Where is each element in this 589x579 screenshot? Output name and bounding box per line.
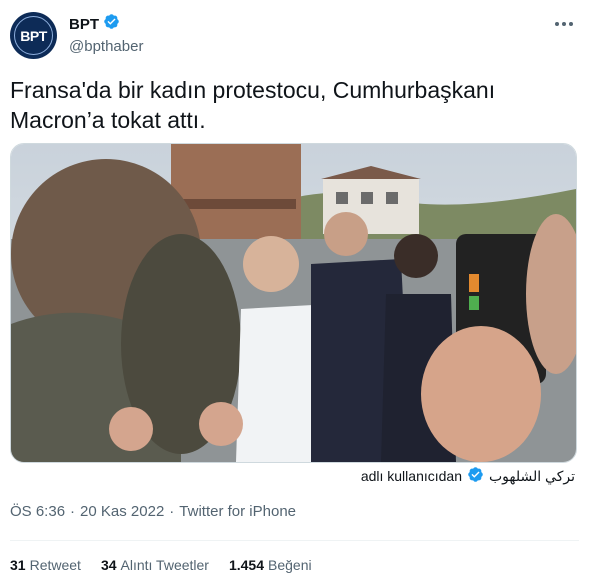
retweet-stat[interactable]: 31 Retweet [10, 557, 81, 573]
divider [10, 540, 579, 541]
tweet-header: BPT BPT @bpthaber [10, 10, 579, 60]
tweet-stats: 31 Retweet 34 Alıntı Tweetler 1.454 Beğe… [10, 557, 312, 573]
tweet-source[interactable]: Twitter for iPhone [179, 503, 296, 520]
author-block[interactable]: BPT @bpthaber [69, 13, 143, 55]
avatar-logo: BPT [14, 16, 53, 55]
attribution-name[interactable]: تركي الشلهوب [489, 468, 575, 485]
like-stat[interactable]: 1.454 Beğeni [229, 557, 312, 573]
verified-badge-icon [103, 13, 120, 35]
handle[interactable]: @bpthaber [69, 38, 143, 55]
tweet-text-line: Fransa'da bir kadın protestocu, Cumhurba… [10, 77, 496, 103]
stat-count: 31 [10, 557, 26, 573]
tweet-text-line: Macron’a tokat attı. [10, 107, 206, 133]
tweet-meta: ÖS 6:36 · 20 Kas 2022 · Twitter for iPho… [10, 503, 296, 520]
quote-tweet-stat[interactable]: 34 Alıntı Tweetler [101, 557, 209, 573]
more-options-icon[interactable] [553, 14, 575, 34]
media-image[interactable] [11, 144, 576, 462]
stat-count: 34 [100, 557, 117, 573]
verified-badge-icon [467, 466, 484, 486]
tweet-time[interactable]: ÖS 6:36 [10, 503, 65, 520]
media-attribution[interactable]: adlı kullanıcıdan تركي الشلهوب [361, 466, 575, 486]
tweet-media[interactable] [10, 143, 577, 463]
attribution-suffix: adlı kullanıcıdan [360, 468, 462, 484]
avatar[interactable]: BPT [10, 12, 57, 59]
display-name[interactable]: BPT [69, 16, 99, 33]
tweet-text: Fransa'da bir kadın protestocu, Cumhurba… [10, 75, 570, 135]
stat-label: Retweet [29, 557, 81, 573]
stat-count: 1.454 [228, 557, 265, 573]
stat-label: Beğeni [268, 557, 312, 573]
meta-separator: · [169, 503, 175, 520]
stat-label: Alıntı Tweetler [120, 557, 209, 573]
tweet-date[interactable]: 20 Kas 2022 [80, 503, 164, 520]
meta-separator: · [70, 503, 76, 520]
